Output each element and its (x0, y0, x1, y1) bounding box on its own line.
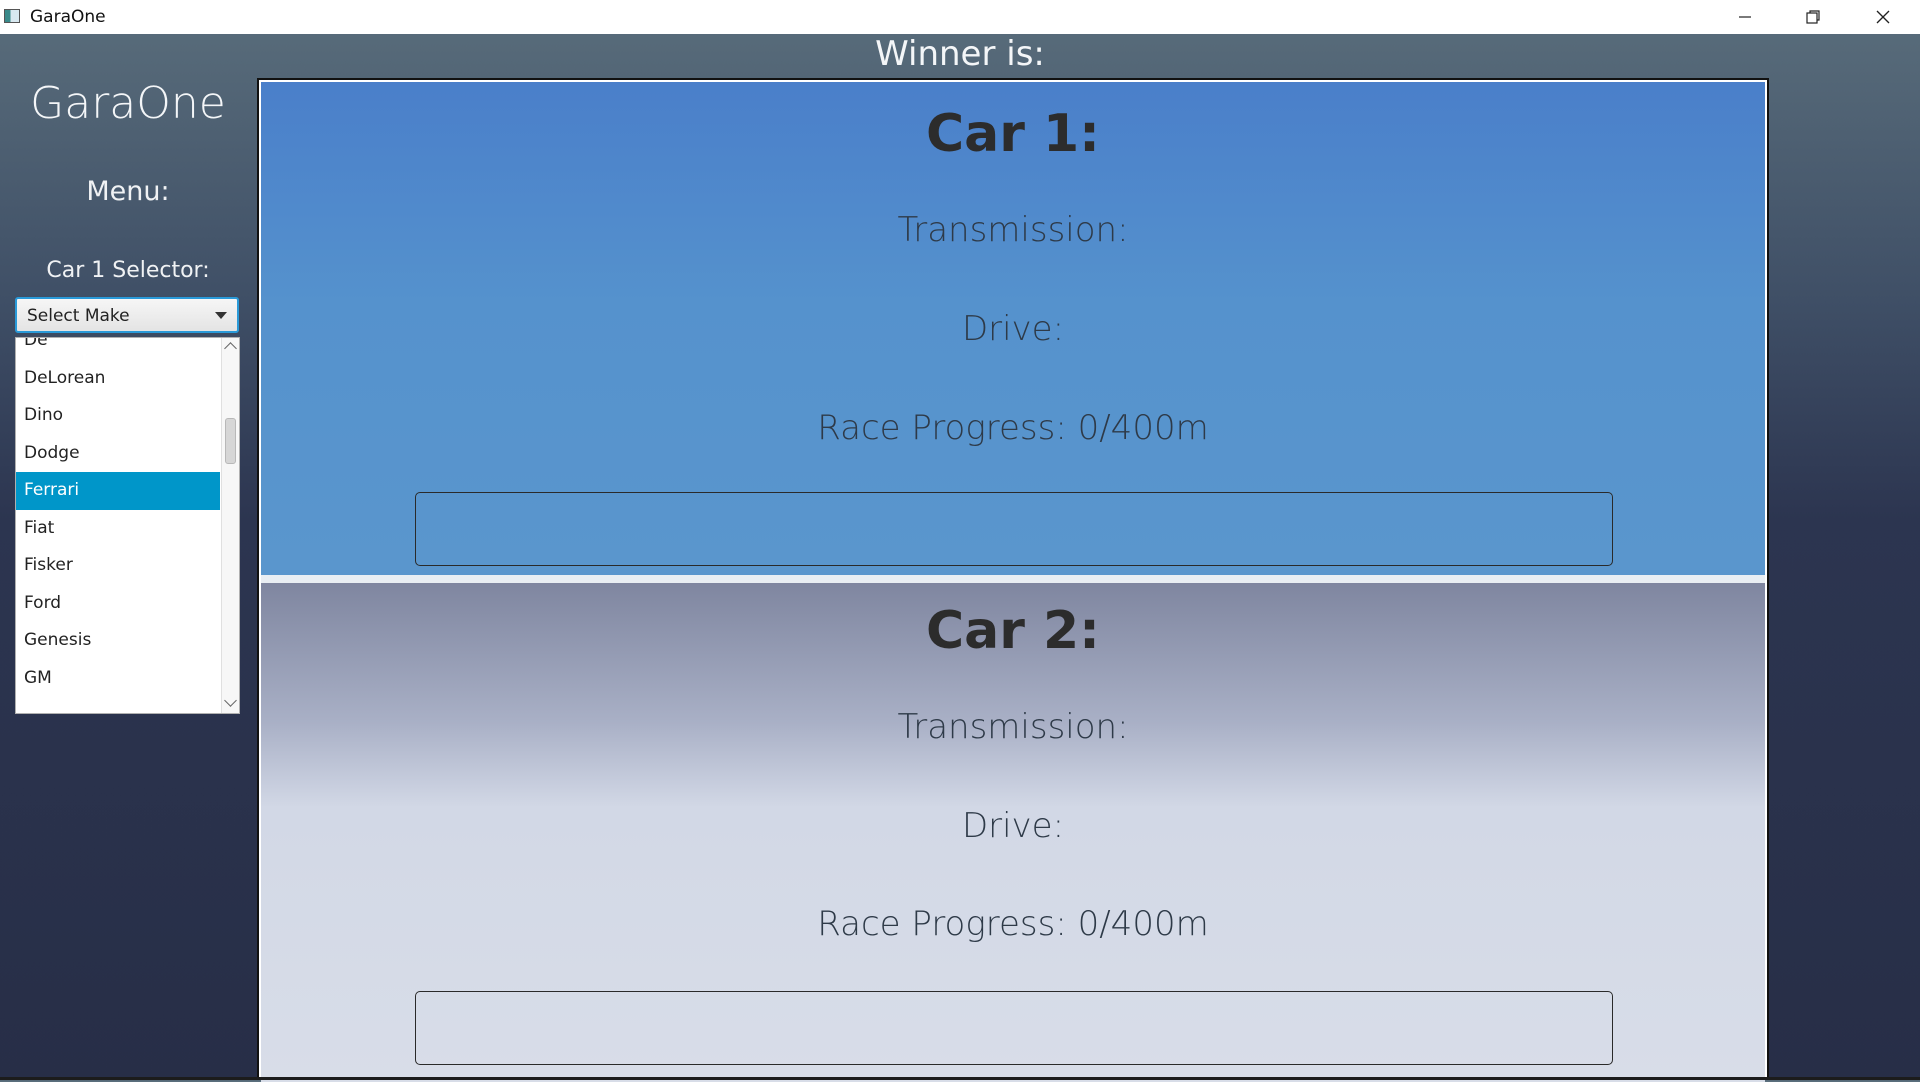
scroll-down-icon[interactable] (224, 694, 237, 707)
window-title: GaraOne (30, 7, 106, 27)
car1-race-progress-text: Race Progress: 0/400m (817, 408, 1209, 448)
minimize-button[interactable] (1710, 0, 1780, 34)
car1-progress-bar (415, 492, 1613, 566)
car2-title: Car 2: (926, 601, 1100, 661)
combo-value: Select Make (27, 306, 130, 326)
car1-transmission: Transmission: (897, 210, 1129, 250)
dropdown-item[interactable]: Dodge (16, 435, 220, 473)
car2-transmission: Transmission: (897, 707, 1129, 747)
car1-selector-label: Car 1 Selector: (46, 258, 210, 283)
menu-label: Menu: (86, 176, 170, 207)
car1-make-select[interactable]: Select Make (15, 297, 239, 333)
car2-progress-bar (415, 991, 1613, 1065)
title-bar: GaraOne (0, 0, 1920, 34)
restore-button[interactable] (1778, 0, 1848, 34)
dropdown-item[interactable]: Fisker (16, 547, 220, 585)
dropdown-scrollbar[interactable] (221, 338, 239, 713)
dropdown-item[interactable]: De (16, 338, 220, 360)
dropdown-item[interactable]: Fiat (16, 510, 220, 548)
restore-icon (1806, 10, 1820, 24)
car2-drive: Drive: (961, 806, 1065, 846)
car2-race-progress-text: Race Progress: 0/400m (817, 904, 1209, 944)
scrollbar-thumb[interactable] (225, 418, 236, 464)
scroll-up-icon[interactable] (224, 342, 237, 355)
dropdown-items: De DeLorean Dino Dodge Ferrari Fiat Fisker Ford… (16, 338, 220, 698)
make-dropdown-list[interactable]: De DeLorean Dino Dodge Ferrari Fiat Fisker Ford… (15, 337, 240, 714)
close-button[interactable] (1848, 0, 1918, 34)
panel-divider (261, 575, 1765, 583)
race-area: Car 1: Transmission: Drive: Race Progres… (257, 78, 1769, 1082)
dropdown-item[interactable]: Dino (16, 397, 220, 435)
app-icon (4, 9, 20, 23)
dropdown-item[interactable]: Ferrari (16, 472, 220, 510)
dropdown-item[interactable]: GM (16, 660, 220, 698)
winner-label: Winner is: (875, 34, 1045, 74)
close-icon (1876, 10, 1890, 24)
dropdown-item[interactable]: Genesis (16, 622, 220, 660)
car1-panel: Car 1: Transmission: Drive: Race Progres… (261, 82, 1765, 575)
minimize-icon (1739, 16, 1751, 18)
app-name-heading: GaraOne (30, 78, 226, 129)
car1-title: Car 1: (926, 104, 1100, 164)
dropdown-item[interactable]: DeLorean (16, 360, 220, 398)
dropdown-item[interactable]: Ford (16, 585, 220, 623)
car1-drive: Drive: (961, 309, 1065, 349)
chevron-down-icon[interactable] (215, 312, 227, 319)
car2-panel: Car 2: Transmission: Drive: Race Progres… (261, 583, 1765, 1082)
